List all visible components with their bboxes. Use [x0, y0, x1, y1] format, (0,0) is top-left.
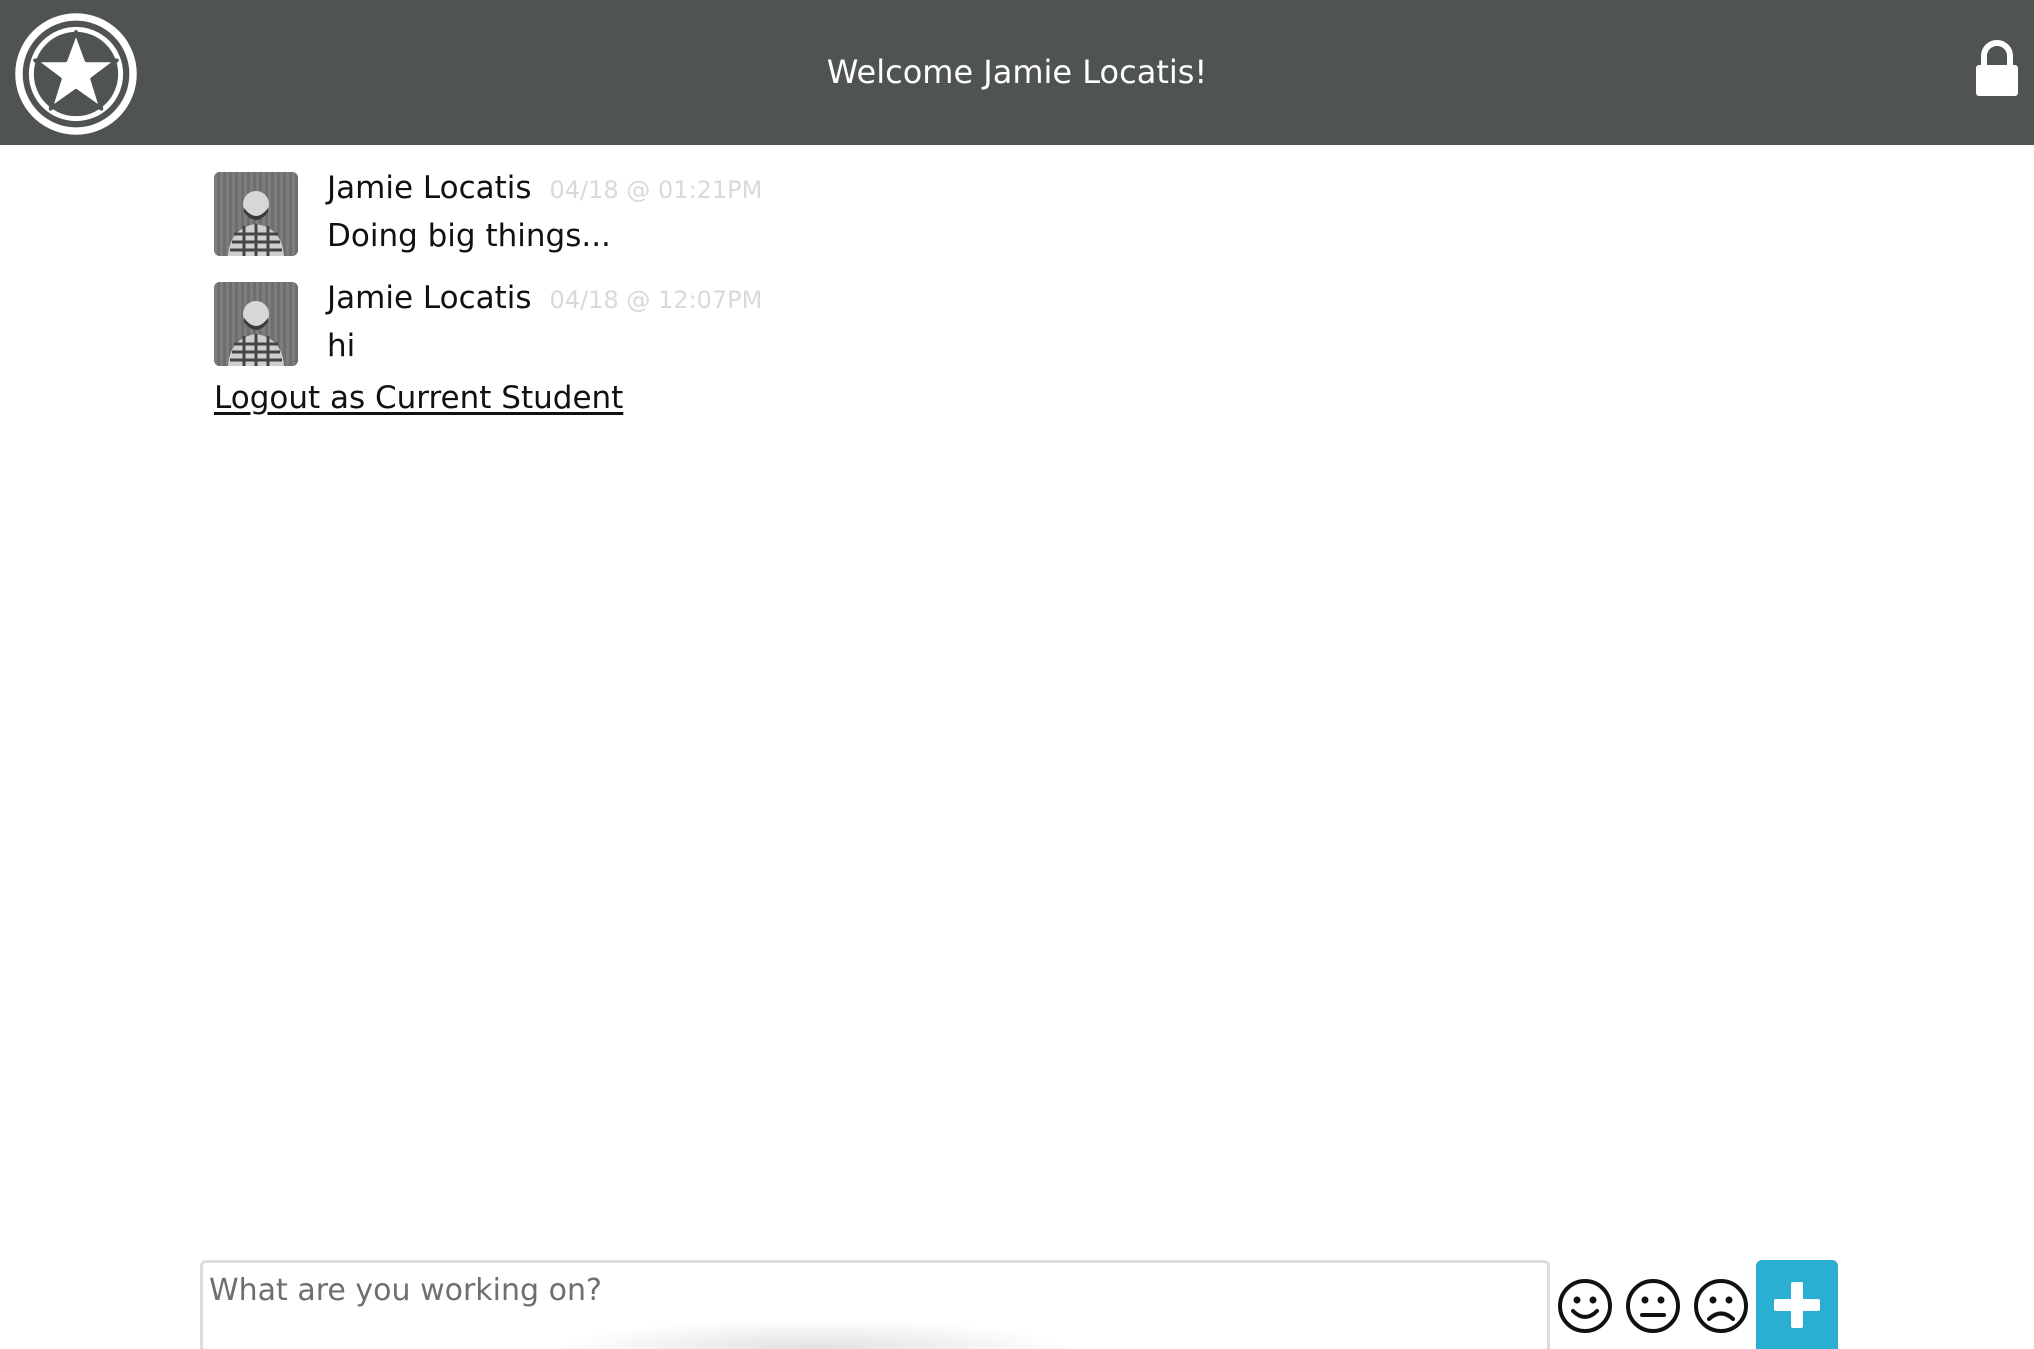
message-text: Doing big things... [327, 218, 611, 254]
message-feed: Jamie Locatis 04/18 @ 01:21PM Doing big t… [214, 170, 1514, 390]
message-item: Jamie Locatis 04/18 @ 01:21PM Doing big t… [214, 170, 1514, 280]
plus-icon [1774, 1282, 1820, 1328]
user-avatar [214, 172, 298, 256]
add-status-button[interactable] [1756, 1260, 1838, 1349]
composer [200, 1260, 1550, 1349]
neutral-face-icon[interactable] [1624, 1277, 1682, 1335]
happy-face-icon[interactable] [1556, 1277, 1614, 1335]
message-timestamp: 04/18 @ 12:07PM [549, 286, 763, 314]
message-author: Jamie Locatis [327, 170, 532, 206]
sad-face-icon[interactable] [1692, 1277, 1750, 1335]
message-timestamp: 04/18 @ 01:21PM [549, 176, 763, 204]
logout-link[interactable]: Logout as Current Student [214, 380, 623, 416]
status-input[interactable] [203, 1263, 1547, 1349]
message-header: Jamie Locatis 04/18 @ 01:21PM [327, 170, 762, 206]
message-header: Jamie Locatis 04/18 @ 12:07PM [327, 280, 762, 316]
header-bar: Welcome Jamie Locatis! [0, 0, 2034, 145]
message-text: hi [327, 328, 356, 364]
page-title: Welcome Jamie Locatis! [826, 53, 1208, 91]
app: Welcome Jamie Locatis! Jamie Locatis 04/… [0, 0, 2034, 1349]
message-item: Jamie Locatis 04/18 @ 12:07PM hi [214, 280, 1514, 390]
lock-icon[interactable] [1974, 40, 2020, 98]
message-author: Jamie Locatis [327, 280, 532, 316]
user-avatar [214, 282, 298, 366]
